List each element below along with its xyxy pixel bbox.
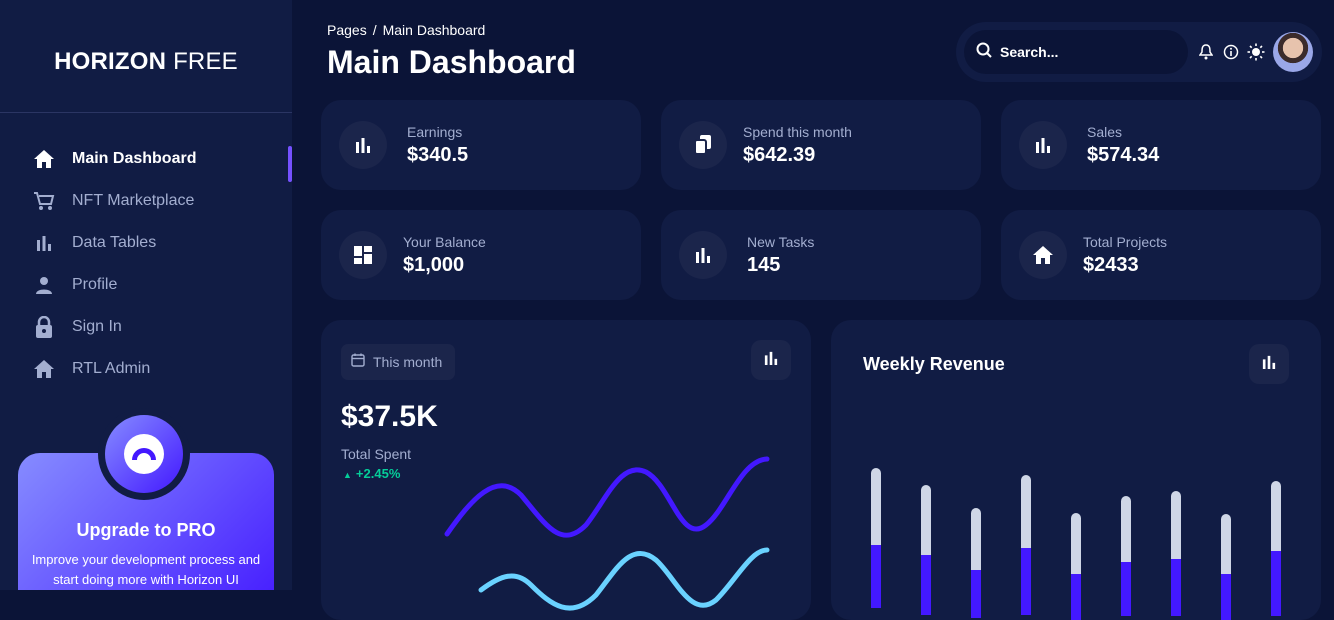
bar-chart-icon	[1019, 121, 1067, 169]
sidebar-item-label: Data Tables	[72, 234, 157, 251]
revenue-bar	[971, 508, 981, 618]
sidebar: HORIZON FREE Main Dashboard NFT Marketpl…	[0, 0, 292, 590]
sidebar-item-rtl-admin[interactable]: RTL Admin	[0, 348, 292, 390]
weekly-revenue-card: Weekly Revenue	[831, 320, 1321, 620]
stat-value: $340.5	[407, 144, 469, 166]
person-icon	[32, 273, 56, 297]
revenue-bar	[921, 485, 931, 615]
promo-title: Upgrade to PRO	[76, 520, 216, 540]
bar-chart-icon	[32, 231, 56, 255]
sidebar-item-label: NFT Marketplace	[72, 192, 195, 209]
sidebar-nav: Main Dashboard NFT Marketplace Data Tabl…	[0, 138, 292, 390]
stat-card-sales: Sales $574.34	[1001, 100, 1321, 190]
promo-badge	[98, 408, 190, 500]
active-indicator	[288, 146, 292, 182]
stat-label: Earnings	[407, 124, 463, 140]
breadcrumb-root[interactable]: Pages	[327, 22, 367, 38]
weekly-revenue-bars	[871, 468, 1281, 620]
sidebar-item-nft-marketplace[interactable]: NFT Marketplace	[0, 180, 292, 222]
sidebar-item-label: RTL Admin	[72, 360, 151, 377]
search-placeholder: Search...	[1000, 44, 1059, 60]
sidebar-item-main-dashboard[interactable]: Main Dashboard	[0, 138, 292, 182]
bar-chart-icon	[339, 121, 387, 169]
stat-card-earnings: Earnings $340.5	[321, 100, 641, 190]
stat-value: $642.39	[743, 144, 816, 166]
brand-logo[interactable]: HORIZON FREE	[0, 48, 292, 76]
info-icon[interactable]	[1222, 43, 1240, 61]
sidebar-item-label: Sign In	[72, 318, 122, 335]
breadcrumb: Pages / Main Dashboard	[327, 22, 485, 38]
stat-label: Spend this month	[743, 124, 852, 140]
stat-card-balance: Your Balance $1,000	[321, 210, 641, 300]
spending-line-secondary	[478, 547, 770, 611]
documents-icon	[679, 121, 727, 169]
stat-card-spend: Spend this month $642.39	[661, 100, 981, 190]
cart-icon	[32, 189, 56, 213]
search-icon	[976, 42, 992, 63]
bar-chart-icon	[679, 231, 727, 279]
sidebar-divider	[0, 112, 292, 113]
sidebar-item-label: Profile	[72, 276, 118, 293]
sun-icon[interactable]	[1247, 43, 1265, 61]
horizon-logo-icon	[105, 415, 183, 493]
revenue-bar	[871, 468, 881, 608]
stat-value: $574.34	[1087, 144, 1160, 166]
spending-line-chart	[444, 456, 770, 611]
breadcrumb-current[interactable]: Main Dashboard	[383, 22, 486, 38]
stat-value: $2433	[1083, 254, 1139, 276]
stat-card-projects: Total Projects $2433	[1001, 210, 1321, 300]
home-icon	[1019, 231, 1067, 279]
bell-icon[interactable]	[1197, 43, 1215, 61]
sidebar-item-data-tables[interactable]: Data Tables	[0, 222, 292, 264]
stat-label: Your Balance	[403, 234, 486, 250]
search-input[interactable]: Search...	[964, 30, 1188, 74]
lock-icon	[32, 315, 56, 339]
sidebar-item-profile[interactable]: Profile	[0, 264, 292, 306]
revenue-bar	[1271, 481, 1281, 616]
revenue-bar	[1221, 514, 1231, 620]
stat-card-tasks: New Tasks 145	[661, 210, 981, 300]
home-icon	[32, 357, 56, 381]
top-toolbar: Search...	[956, 22, 1322, 82]
stat-label: New Tasks	[747, 234, 815, 250]
page-title: Main Dashboard	[327, 44, 576, 80]
revenue-bar	[1121, 496, 1131, 616]
spending-line-primary	[444, 456, 770, 538]
stat-label: Total Projects	[1083, 234, 1168, 250]
sidebar-item-sign-in[interactable]: Sign In	[0, 306, 292, 348]
stat-value: 145	[747, 254, 781, 276]
sidebar-item-label: Main Dashboard	[72, 150, 197, 167]
stat-label: Sales	[1087, 124, 1123, 140]
revenue-bar	[1171, 491, 1181, 616]
dashboard-icon	[339, 231, 387, 279]
total-spent-card: This month $37.5K Total Spent ▲ +2.45%	[321, 320, 811, 620]
breadcrumb-separator: /	[372, 22, 377, 38]
revenue-bar	[1021, 475, 1031, 615]
home-icon	[32, 147, 56, 171]
avatar[interactable]	[1273, 32, 1313, 72]
promo-text: Improve your development process and sta…	[31, 552, 261, 587]
stat-value: $1,000	[403, 254, 465, 276]
revenue-bar	[1071, 513, 1081, 620]
